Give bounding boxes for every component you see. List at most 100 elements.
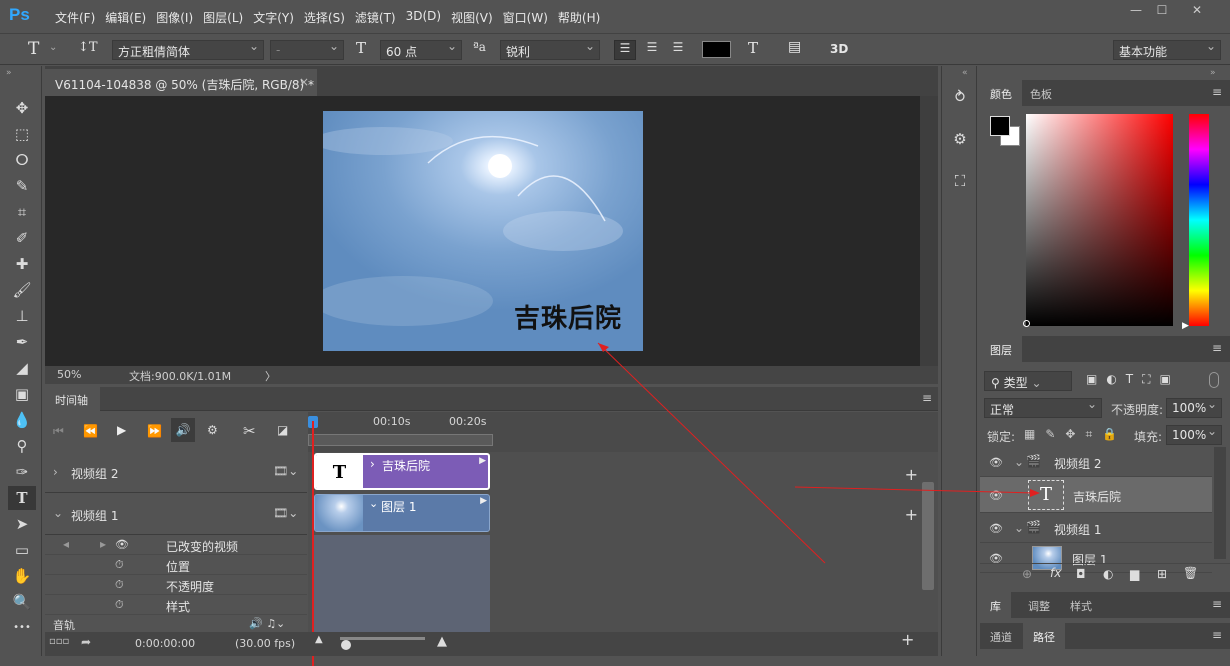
work-area-bar[interactable] <box>308 434 493 446</box>
lasso-tool-icon[interactable]: ⵔ <box>8 148 36 172</box>
move-tool-icon[interactable]: ✥ <box>8 96 36 120</box>
fill-input[interactable]: 100% <box>1166 424 1222 445</box>
font-size-select[interactable]: 60 点 <box>380 39 462 60</box>
tab-layers[interactable]: 图层 <box>980 336 1022 362</box>
eye-icon[interactable]: 👁 <box>115 538 129 551</box>
menu-image[interactable]: 图像(I) <box>151 9 198 26</box>
expand-chevron-icon[interactable]: › <box>53 465 58 479</box>
clip-transition-icon[interactable]: ▶ <box>479 456 486 466</box>
film-icon[interactable]: 🎞⌄ <box>273 464 298 478</box>
time-ruler[interactable]: 00:10s 00:20s <box>308 412 938 452</box>
opacity-input[interactable]: 100% <box>1166 397 1222 418</box>
color-field[interactable] <box>1026 114 1173 326</box>
history-brush-tool-icon[interactable]: ✒ <box>8 330 36 354</box>
add-media-button[interactable]: + <box>905 505 918 524</box>
menu-window[interactable]: 窗口(W) <box>498 9 553 26</box>
panel-menu-icon[interactable]: ≡ <box>1212 628 1222 642</box>
split-scissors-icon[interactable]: ✂ <box>243 422 256 440</box>
layer-row-selected[interactable]: 👁 T 吉珠后院 <box>980 477 1212 513</box>
tab-paths[interactable]: 路径 <box>1023 623 1065 649</box>
timeline-scrollbar[interactable] <box>922 482 934 590</box>
delete-layer-icon[interactable]: 🗑 <box>1183 566 1198 580</box>
first-frame-icon[interactable]: ⏮ <box>53 424 64 439</box>
zoom-level[interactable]: 50% <box>57 368 81 381</box>
play-icon[interactable]: ▶ <box>117 423 126 437</box>
healing-tool-icon[interactable]: ✚ <box>8 252 36 276</box>
font-family-select[interactable]: 方正粗倩简体 <box>112 39 264 60</box>
filter-toggle[interactable] <box>1209 372 1219 388</box>
convert-frames-icon[interactable]: ▫▫▫ <box>49 636 69 647</box>
marquee-tool-icon[interactable]: ⬚ <box>8 122 36 146</box>
text-clip[interactable]: T › 吉珠后院 ▶ <box>314 453 490 490</box>
tab-adjustments[interactable]: 调整 <box>1018 592 1060 618</box>
brush-tool-icon[interactable]: 🖌 <box>8 278 36 302</box>
document-tab[interactable]: V61104-104838 @ 50% (吉珠后院, RGB/8) * × <box>45 69 317 96</box>
lock-icons[interactable]: ▦✎✥⌗🔒 <box>1024 427 1127 442</box>
link-layers-icon[interactable]: ⊕ <box>1022 567 1032 581</box>
prop-style[interactable]: ⏱ 样式 <box>45 595 307 615</box>
tab-libraries[interactable]: 库 <box>980 592 1011 618</box>
antialias-select[interactable]: 锐利 <box>500 39 600 60</box>
adjustment-layer-icon[interactable]: ◐ <box>1103 567 1113 581</box>
hue-slider-thumb[interactable]: ▶ <box>1182 321 1189 331</box>
text-color-swatch[interactable] <box>702 41 731 58</box>
image-clip[interactable]: ⌄ 图层 1 ▶ <box>314 494 490 532</box>
align-center-icon[interactable]: ☰ <box>641 40 663 60</box>
status-menu-icon[interactable]: 〉 <box>265 368 276 384</box>
gradient-tool-icon[interactable]: ▣ <box>8 382 36 406</box>
character-panel-icon[interactable]: ⛶ <box>949 172 971 194</box>
color-picker-cursor[interactable] <box>1023 320 1030 327</box>
canvas-text-layer[interactable]: 吉珠后院 <box>514 298 622 335</box>
clip-chevron-icon[interactable]: ⌄ <box>369 497 378 510</box>
close-tab-icon[interactable]: × <box>299 75 309 89</box>
align-left-icon[interactable]: ☰ <box>614 40 636 60</box>
rectangle-tool-icon[interactable]: ▭ <box>8 538 36 562</box>
panel-menu-icon[interactable]: ≡ <box>1212 597 1222 611</box>
font-style-select[interactable]: - <box>270 39 344 60</box>
tab-swatches[interactable]: 色板 <box>1020 80 1062 106</box>
render-video-icon[interactable]: ➦ <box>81 635 91 649</box>
blend-mode-select[interactable]: 正常 <box>984 397 1102 418</box>
settings-gear-icon[interactable]: ⚙ <box>207 423 218 437</box>
collapse-chevron-icon[interactable]: ⌄ <box>53 506 63 520</box>
menu-help[interactable]: 帮助(H) <box>553 9 605 26</box>
properties-panel-icon[interactable]: ⚙ <box>949 130 971 152</box>
clip-chevron-icon[interactable]: › <box>370 457 375 471</box>
panel-menu-icon[interactable]: ≡ <box>922 391 932 405</box>
eraser-tool-icon[interactable]: ◢ <box>8 356 36 380</box>
layers-scrollbar[interactable] <box>1214 447 1226 559</box>
filter-icons[interactable]: ▣◐T⛶▣ <box>1086 372 1180 387</box>
prop-changed-video[interactable]: ◂ ▸ 👁 已改变的视频 <box>45 535 307 555</box>
chevron-down-icon[interactable]: ⌄ <box>1014 455 1024 469</box>
hand-tool-icon[interactable]: ✋ <box>8 564 36 588</box>
zoom-slider-track[interactable] <box>340 637 425 640</box>
track-video-group-2[interactable]: › 视频组 2 🎞⌄ <box>45 452 307 493</box>
audio-track[interactable]: 音轨 🔊 ♫⌄ <box>45 617 307 632</box>
fx-icon[interactable]: fx <box>1050 566 1061 580</box>
collapse-icon[interactable]: » <box>6 68 12 78</box>
document-vertical-scrollbar[interactable] <box>920 96 938 366</box>
quick-select-tool-icon[interactable]: ✎ <box>8 174 36 198</box>
chevron-down-icon[interactable]: ⌄ <box>49 42 57 53</box>
add-mask-icon[interactable]: ◘ <box>1076 567 1086 581</box>
history-panel-icon[interactable]: ⥁ <box>949 88 971 110</box>
visibility-eye-icon[interactable]: 👁 <box>989 456 1003 469</box>
tab-styles[interactable]: 样式 <box>1060 592 1102 618</box>
next-frame-icon[interactable]: ⏩ <box>147 424 162 438</box>
menu-filter[interactable]: 滤镜(T) <box>350 9 401 26</box>
new-group-icon[interactable]: ▆ <box>1130 567 1139 581</box>
expand-icon[interactable]: « <box>962 68 968 78</box>
character-panel-icon[interactable]: ▤ <box>788 39 801 55</box>
type-tool-icon[interactable]: T <box>8 486 36 510</box>
toggle-orientation-icon[interactable]: ↕T <box>78 40 98 55</box>
foreground-color-swatch[interactable] <box>990 116 1010 136</box>
workspace-select[interactable]: 基本功能 <box>1113 39 1221 60</box>
audio-mute-icon[interactable]: 🔊 ♫⌄ <box>249 617 285 630</box>
menu-select[interactable]: 选择(S) <box>299 9 350 26</box>
blur-tool-icon[interactable]: 💧 <box>8 408 36 432</box>
visibility-eye-icon[interactable]: 👁 <box>989 489 1003 502</box>
prop-opacity[interactable]: ⏱ 不透明度 <box>45 575 307 595</box>
menu-file[interactable]: 文件(F) <box>50 9 100 26</box>
stopwatch-icon[interactable]: ⏱ <box>115 598 124 612</box>
panel-menu-icon[interactable]: ≡ <box>1212 341 1222 355</box>
